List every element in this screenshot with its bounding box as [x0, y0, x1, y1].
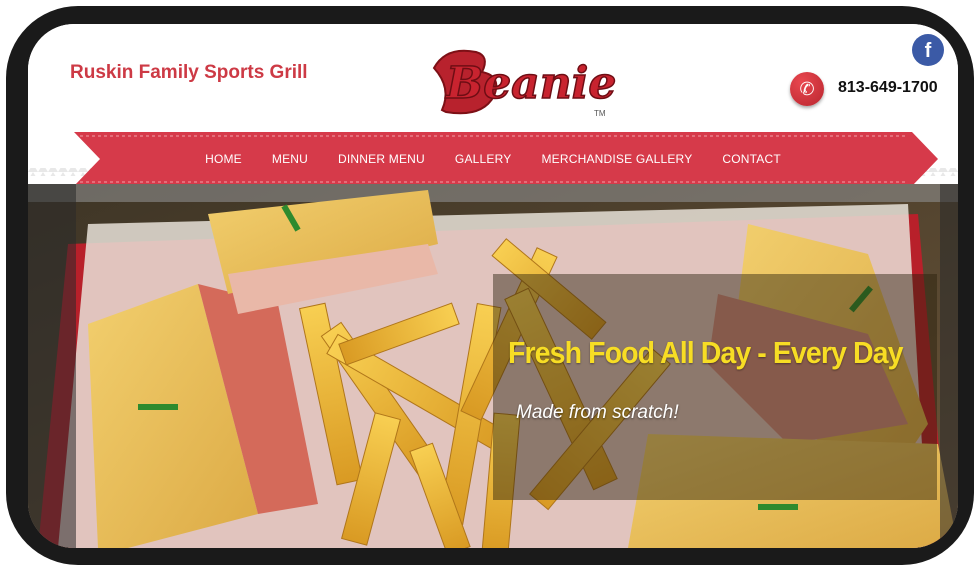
device-frame: Ruskin Family Sports Grill Beanie's TM ✆… — [6, 6, 974, 565]
hero-subtitle: Made from scratch! — [516, 402, 679, 423]
nav-merchandise-gallery[interactable]: MERCHANDISE GALLERY — [526, 152, 707, 166]
hero-title: Fresh Food All Day - Every Day — [508, 335, 903, 370]
nav-home[interactable]: HOME — [190, 152, 257, 166]
phone-icon[interactable]: ✆ — [790, 72, 824, 106]
main-navigation: HOME MENU DINNER MENU GALLERY MERCHANDIS… — [28, 132, 958, 186]
logo-text: Beanie's — [444, 58, 616, 109]
hero-caption-box — [493, 274, 937, 500]
nav-menu[interactable]: MENU — [257, 152, 323, 166]
nav-contact[interactable]: CONTACT — [707, 152, 796, 166]
phone-number[interactable]: 813-649-1700 — [838, 79, 938, 97]
website-screen: Ruskin Family Sports Grill Beanie's TM ✆… — [28, 24, 958, 548]
logo-trademark: TM — [594, 109, 606, 118]
facebook-icon[interactable]: f — [912, 34, 944, 66]
nav-dinner-menu[interactable]: DINNER MENU — [323, 152, 440, 166]
nav-gallery[interactable]: GALLERY — [440, 152, 527, 166]
site-title[interactable]: Ruskin Family Sports Grill — [70, 62, 308, 84]
beanies-logo[interactable]: Beanie's TM — [416, 38, 616, 124]
site-header: Ruskin Family Sports Grill Beanie's TM ✆… — [28, 24, 958, 144]
